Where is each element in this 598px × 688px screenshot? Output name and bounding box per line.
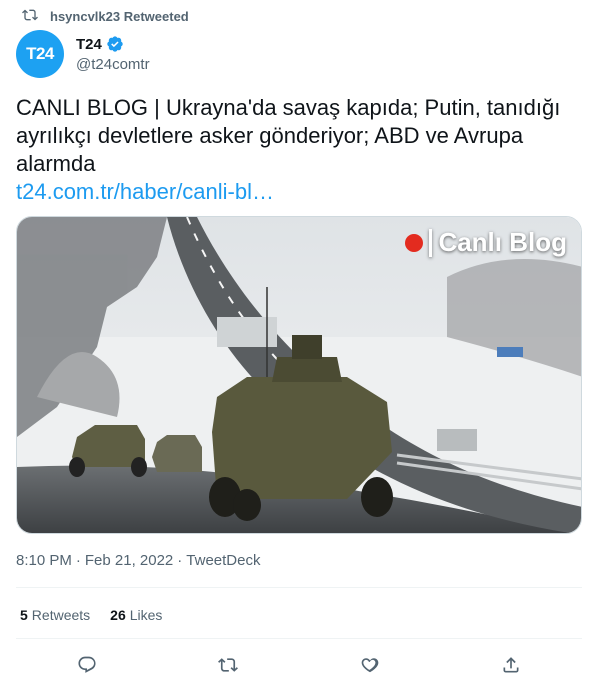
verified-badge-icon xyxy=(106,35,124,53)
like-button[interactable] xyxy=(353,650,387,684)
reply-icon xyxy=(77,655,97,680)
divider xyxy=(16,638,582,639)
retweet-text[interactable]: hsyncvlk23 Retweeted xyxy=(50,9,189,24)
badge-divider xyxy=(429,228,433,257)
tweet-actions xyxy=(16,650,582,684)
divider xyxy=(16,587,582,588)
live-blog-label: Canlı Blog xyxy=(438,227,567,257)
retweet-icon xyxy=(218,655,239,680)
retweet-indicator: hsyncvlk23 Retweeted xyxy=(22,7,189,26)
tweet-source[interactable]: TweetDeck xyxy=(186,552,260,569)
meta-separator: · xyxy=(177,552,183,569)
likes-stat[interactable]: 26 Likes xyxy=(110,607,162,623)
tweet-date[interactable]: Feb 21, 2022 xyxy=(85,552,173,569)
tweet-stats: 5 Retweets 26 Likes xyxy=(20,607,162,623)
tweet-time[interactable]: 8:10 PM xyxy=(16,552,72,569)
retweets-stat[interactable]: 5 Retweets xyxy=(20,607,90,623)
display-name[interactable]: T24 xyxy=(76,36,102,53)
share-icon xyxy=(501,655,521,680)
retweet-button[interactable] xyxy=(211,650,245,684)
live-dot-icon xyxy=(405,233,424,252)
tweet-media-image[interactable]: Canlı Blog xyxy=(16,216,582,534)
apc-far xyxy=(152,435,202,472)
live-blog-badge: Canlı Blog xyxy=(405,227,567,258)
tweet-link[interactable]: t24.com.tr/haber/canli-bl… xyxy=(16,178,274,206)
meta-separator: · xyxy=(75,552,81,569)
tweet-author[interactable]: T24 T24 @t24comtr xyxy=(16,30,150,78)
tweet-meta: 8:10 PM · Feb 21, 2022 · TweetDeck xyxy=(16,552,260,569)
tweet-text: CANLI BLOG | Ukrayna'da savaş kapıda; Pu… xyxy=(16,95,561,176)
reply-button[interactable] xyxy=(70,650,104,684)
retweet-icon xyxy=(22,7,38,26)
user-handle[interactable]: @t24comtr xyxy=(76,56,150,73)
share-button[interactable] xyxy=(494,650,528,684)
like-icon xyxy=(360,655,380,680)
avatar[interactable]: T24 xyxy=(16,30,64,78)
